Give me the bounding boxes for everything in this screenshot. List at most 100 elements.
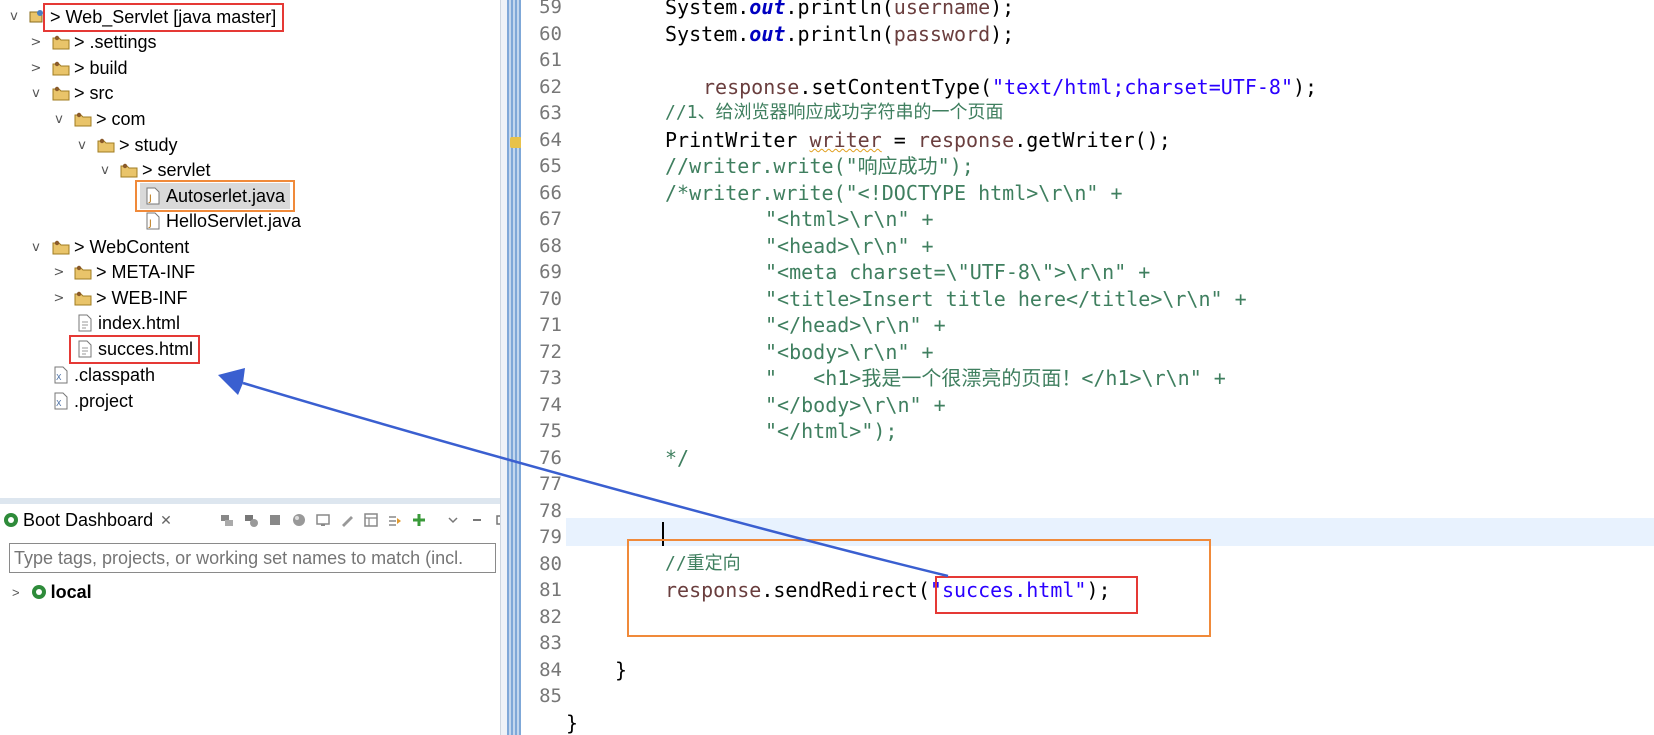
dashboard-toolbar — [218, 509, 510, 531]
start-icon[interactable] — [218, 511, 236, 529]
debug-icon[interactable] — [242, 511, 260, 529]
tree-item-settings[interactable]: > .settings — [52, 29, 157, 55]
refresh-icon[interactable] — [290, 511, 308, 529]
code-line-64: PrintWriter writer = response.getWriter(… — [665, 126, 1171, 154]
tree-item-web-servlet[interactable]: > Web_Servlet [java master] — [28, 4, 276, 30]
tree-item-web-inf[interactable]: > WEB-INF — [74, 285, 188, 311]
console-icon[interactable] — [314, 511, 332, 529]
line-number: 63 — [539, 102, 562, 124]
tab-boot-dashboard[interactable]: Boot Dashboard ✕ — [4, 504, 172, 536]
tree-item-label: > servlet — [142, 159, 211, 180]
tree-item-src[interactable]: > src — [52, 80, 114, 106]
tree-item-label: .project — [74, 390, 134, 411]
dashboard-filter-input[interactable] — [9, 543, 496, 573]
source-folder-icon — [52, 86, 70, 101]
tree-item-local[interactable]: > local — [12, 579, 92, 605]
tree-item-label: Autoserlet.java — [166, 185, 286, 206]
editor-splitter[interactable] — [500, 0, 507, 735]
chevron-right-icon[interactable]: > — [53, 292, 65, 305]
chevron-down-icon[interactable]: v — [99, 164, 111, 177]
java-file-icon: J — [146, 212, 160, 230]
tree-item-index-html[interactable]: index.html — [76, 310, 180, 336]
tree-item-meta-inf[interactable]: > META-INF — [74, 259, 195, 285]
code-line-70: "<title>Insert title here</title>\r\n" + — [765, 287, 1247, 311]
code-editor[interactable]: 59 60 61 62 63 64 65 66 67 68 69 70 71 7… — [507, 0, 1654, 735]
svg-text:X: X — [56, 399, 62, 408]
tree-item-label: > WebContent — [74, 236, 190, 257]
table-icon[interactable] — [362, 511, 380, 529]
code-token: System. — [665, 0, 750, 19]
line-number: 81 — [539, 579, 562, 601]
chevron-right-icon[interactable]: > — [30, 36, 42, 49]
link-icon[interactable] — [386, 511, 404, 529]
tree-item-classpath[interactable]: X .classpath — [52, 362, 155, 388]
code-token: ); — [990, 0, 1015, 19]
tree-item-project[interactable]: X .project — [52, 388, 133, 414]
code-line-74: "</body>\r\n" + — [765, 393, 946, 417]
line-number: 59 — [539, 0, 562, 18]
spring-boot-icon — [31, 585, 46, 599]
tree-item-build[interactable]: > build — [52, 55, 128, 81]
code-line-59: System.out.println(username); — [665, 0, 1014, 21]
tree-item-label: > study — [119, 134, 178, 155]
chevron-right-icon[interactable]: > — [12, 585, 20, 600]
close-icon[interactable]: ✕ — [160, 512, 172, 529]
package-icon — [97, 138, 115, 153]
chevron-right-icon[interactable]: > — [53, 266, 65, 279]
line-number: 61 — [539, 49, 562, 71]
spring-boot-icon — [4, 513, 18, 527]
code-token: username — [893, 0, 991, 19]
project-explorer: v > Web_Servlet [java master] > > .setti… — [0, 0, 500, 498]
line-number: 71 — [539, 314, 562, 336]
tree-item-com[interactable]: > com — [74, 106, 146, 132]
view-menu-icon[interactable] — [444, 511, 462, 529]
line-number: 62 — [539, 76, 562, 98]
overview-ruler[interactable] — [507, 0, 521, 735]
code-token: writer — [809, 128, 882, 152]
tree-item-helloservlet-java[interactable]: J HelloServlet.java — [144, 208, 301, 234]
code-line-65: //writer.write("响应成功"); — [665, 154, 974, 178]
package-icon — [74, 112, 92, 127]
edit-icon[interactable] — [338, 511, 356, 529]
code-line-75: "</html>"); — [765, 419, 898, 443]
svg-text:J: J — [148, 219, 152, 229]
tree-item-autoserlet-java[interactable]: J Autoserlet.java — [144, 183, 285, 209]
chevron-down-icon[interactable]: v — [30, 241, 42, 254]
code-token: response — [917, 128, 1015, 152]
xml-file-icon: X — [54, 392, 68, 410]
svg-text:J: J — [148, 194, 152, 204]
line-number: 68 — [539, 235, 562, 257]
line-number: 69 — [539, 261, 562, 283]
stop-icon[interactable] — [266, 511, 284, 529]
line-number: 76 — [539, 447, 562, 469]
tree-item-webcontent[interactable]: > WebContent — [52, 234, 189, 260]
line-number: 72 — [539, 341, 562, 363]
tree-item-servlet[interactable]: > servlet — [120, 157, 211, 183]
tree-item-succes-html[interactable]: succes.html — [76, 336, 193, 362]
line-number: 67 — [539, 208, 562, 230]
code-token: ); — [990, 22, 1015, 46]
line-number: 80 — [539, 553, 562, 575]
chevron-down-icon[interactable]: v — [53, 113, 65, 126]
code-token: "text/html;charset=UTF-8" — [991, 75, 1294, 99]
redirect-target-highlight-box — [935, 576, 1138, 614]
code-token: .println( — [785, 22, 894, 46]
code-line-67: "<html>\r\n" + — [765, 207, 934, 231]
chevron-down-icon[interactable]: v — [30, 87, 42, 100]
chevron-down-icon[interactable]: v — [76, 139, 88, 152]
html-file-icon — [78, 314, 92, 332]
line-number: 74 — [539, 394, 562, 416]
tree-item-label: > src — [74, 82, 114, 103]
code-line-66: /*writer.write("<!DOCTYPE html>\r\n" + — [665, 181, 1123, 205]
html-file-icon — [78, 340, 92, 358]
tree-item-label: succes.html — [98, 338, 194, 359]
minimize-icon[interactable] — [468, 511, 486, 529]
folder-icon — [74, 265, 92, 280]
add-icon[interactable] — [410, 511, 428, 529]
code-token: = — [881, 128, 918, 152]
tree-item-label: > META-INF — [96, 261, 196, 282]
chevron-down-icon[interactable]: v — [8, 10, 20, 23]
tree-item-label: index.html — [98, 312, 181, 333]
tree-item-study[interactable]: > study — [97, 132, 178, 158]
chevron-right-icon[interactable]: > — [30, 62, 42, 75]
